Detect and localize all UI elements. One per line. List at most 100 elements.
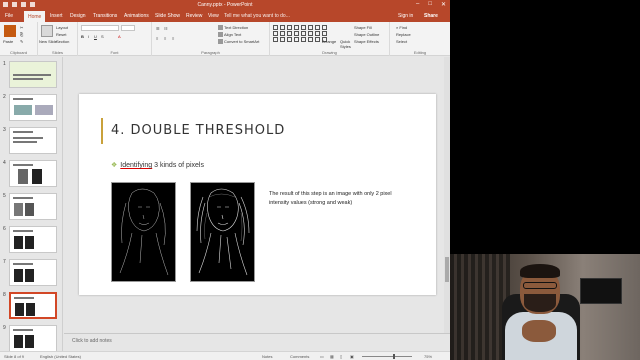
tab-animations[interactable]: Animations <box>124 13 149 19</box>
slide-thumbnail-1[interactable] <box>9 61 57 88</box>
slide-counter: Slide 8 of 9 <box>4 354 25 359</box>
title-accent-bar <box>101 118 103 144</box>
slide-title[interactable]: 4. DOUBLE THRESHOLD <box>111 123 285 138</box>
slide-sorter-icon[interactable]: ▦ <box>330 354 334 359</box>
slide-thumbnail-6[interactable] <box>9 226 57 253</box>
slide-thumbnail-9[interactable] <box>9 325 57 352</box>
bullets-icon[interactable]: ☰ <box>156 26 160 31</box>
edge-drawing-left <box>119 188 169 276</box>
slide-thumbnail-4[interactable] <box>9 160 57 187</box>
tab-review[interactable]: Review <box>186 13 202 19</box>
align-left-icon[interactable]: ≡ <box>156 36 158 41</box>
tab-view[interactable]: View <box>208 13 219 19</box>
italic-icon[interactable]: I <box>88 34 89 39</box>
thumb-number: 4 <box>3 160 6 166</box>
strikethrough-icon[interactable]: S <box>101 34 104 39</box>
find-icon: ⌕ <box>396 25 399 30</box>
tab-insert[interactable]: Insert <box>50 13 63 19</box>
edge-image-right[interactable] <box>190 182 255 282</box>
arrange-button[interactable]: Arrange <box>322 39 336 44</box>
close-button[interactable]: ✕ <box>441 1 446 8</box>
thumb-number: 5 <box>3 193 6 199</box>
powerpoint-window: Canny.pptx - PowerPoint – □ ✕ File Home … <box>0 0 450 360</box>
slide-description[interactable]: The result of this step is an image with… <box>269 190 399 208</box>
thumb-number: 1 <box>3 61 6 67</box>
align-right-icon[interactable]: ≡ <box>172 36 174 41</box>
slideshow-view-icon[interactable]: ▣ <box>350 354 354 359</box>
font-label: Font <box>110 50 119 55</box>
zoom-slider-thumb[interactable] <box>393 354 395 359</box>
webcam-overlay <box>450 254 640 360</box>
window-title: Canny.pptx - PowerPoint <box>197 2 253 8</box>
maximize-button[interactable]: □ <box>428 1 432 8</box>
shapes-gallery[interactable] <box>273 25 328 42</box>
language-indicator[interactable]: English (United States) <box>40 354 81 359</box>
notes-pane[interactable]: Click to add notes <box>64 333 450 351</box>
slide-thumbnail-8[interactable] <box>9 292 57 319</box>
font-color-icon[interactable]: A <box>118 34 121 39</box>
paste-button[interactable]: Paste <box>3 39 13 44</box>
section-button[interactable]: Section <box>56 39 69 44</box>
comments-toggle[interactable]: Comments <box>290 354 309 359</box>
status-bar: Slide 8 of 9 English (United States) Not… <box>0 351 450 360</box>
underline-icon[interactable]: U <box>94 34 97 39</box>
clipboard-label: Clipboard <box>9 50 28 55</box>
tab-home[interactable]: Home <box>24 11 46 22</box>
bold-icon[interactable]: B <box>81 34 84 39</box>
scroll-thumb[interactable] <box>445 257 449 282</box>
new-slide-icon[interactable] <box>41 25 53 37</box>
find-button[interactable]: ⌕ Find <box>396 25 407 30</box>
presenter-hands <box>522 320 556 342</box>
zoom-level[interactable]: 75% <box>424 354 432 359</box>
font-size-box[interactable] <box>121 25 135 31</box>
tab-file[interactable]: File <box>5 13 13 19</box>
notes-toggle[interactable]: Notes <box>262 354 272 359</box>
bullet-icon: ❖ <box>111 162 118 169</box>
reading-view-icon[interactable]: ▯ <box>340 354 342 359</box>
edge-image-left[interactable] <box>111 182 176 282</box>
shape-effects-button[interactable]: Shape Effects <box>354 39 379 44</box>
font-group: B I U S A Font <box>78 22 152 56</box>
reset-button[interactable]: Reset <box>56 32 66 37</box>
current-slide[interactable]: 4. DOUBLE THRESHOLD ❖ Identifying 3 kinds… <box>79 94 436 295</box>
slide-thumbnail-5[interactable] <box>9 193 57 220</box>
quick-styles-button[interactable]: Quick Styles <box>340 39 352 49</box>
cut-icon[interactable]: ✂ <box>20 25 23 30</box>
copy-icon[interactable]: ⎘ <box>20 32 23 37</box>
thumb-number: 7 <box>3 259 6 265</box>
normal-view-icon[interactable]: ▭ <box>320 354 324 359</box>
slide-thumbnail-7[interactable] <box>9 259 57 286</box>
select-button[interactable]: Select <box>396 39 407 44</box>
new-slide-button[interactable]: New Slide <box>39 39 57 44</box>
align-center-icon[interactable]: ≡ <box>164 36 166 41</box>
paste-icon[interactable] <box>4 25 16 37</box>
replace-button[interactable]: Replace <box>396 32 411 37</box>
black-background <box>450 0 640 254</box>
tab-transitions[interactable]: Transitions <box>93 13 117 19</box>
numbering-icon[interactable]: ☷ <box>164 26 168 31</box>
text-direction-button[interactable]: Text Direction <box>218 25 248 31</box>
paragraph-label: Paragraph <box>201 50 220 55</box>
share-button[interactable]: Share <box>424 13 438 19</box>
thumb-number: 8 <box>3 292 6 298</box>
tab-slide-show[interactable]: Slide Show <box>155 13 180 19</box>
sign-in-link[interactable]: Sign in <box>398 13 413 19</box>
convert-smartart-button[interactable]: Convert to SmartArt <box>218 39 259 45</box>
drawing-label: Drawing <box>322 50 337 55</box>
font-name-box[interactable] <box>81 25 119 31</box>
layout-button[interactable]: Layout <box>56 25 68 30</box>
clipboard-group: Paste ✂ ⎘ ✎ Clipboard <box>0 22 38 56</box>
tab-design[interactable]: Design <box>70 13 86 19</box>
paragraph-group: ☰ ☷ ≡ ≡ ≡ Text Direction Align Text Conv… <box>152 22 270 56</box>
tell-me-search[interactable]: Tell me what you want to do... <box>224 13 290 19</box>
slide-bullet[interactable]: ❖ Identifying 3 kinds of pixels <box>111 161 204 169</box>
shape-fill-button[interactable]: Shape Fill <box>354 25 372 30</box>
tv-screen <box>580 278 622 304</box>
shape-outline-button[interactable]: Shape Outline <box>354 32 379 37</box>
format-painter-icon[interactable]: ✎ <box>20 39 23 44</box>
slide-thumbnail-2[interactable] <box>9 94 57 121</box>
minimize-button[interactable]: – <box>416 1 419 8</box>
align-text-button[interactable]: Align Text <box>218 32 241 38</box>
slide-thumbnail-3[interactable] <box>9 127 57 154</box>
zoom-slider[interactable] <box>362 356 412 357</box>
